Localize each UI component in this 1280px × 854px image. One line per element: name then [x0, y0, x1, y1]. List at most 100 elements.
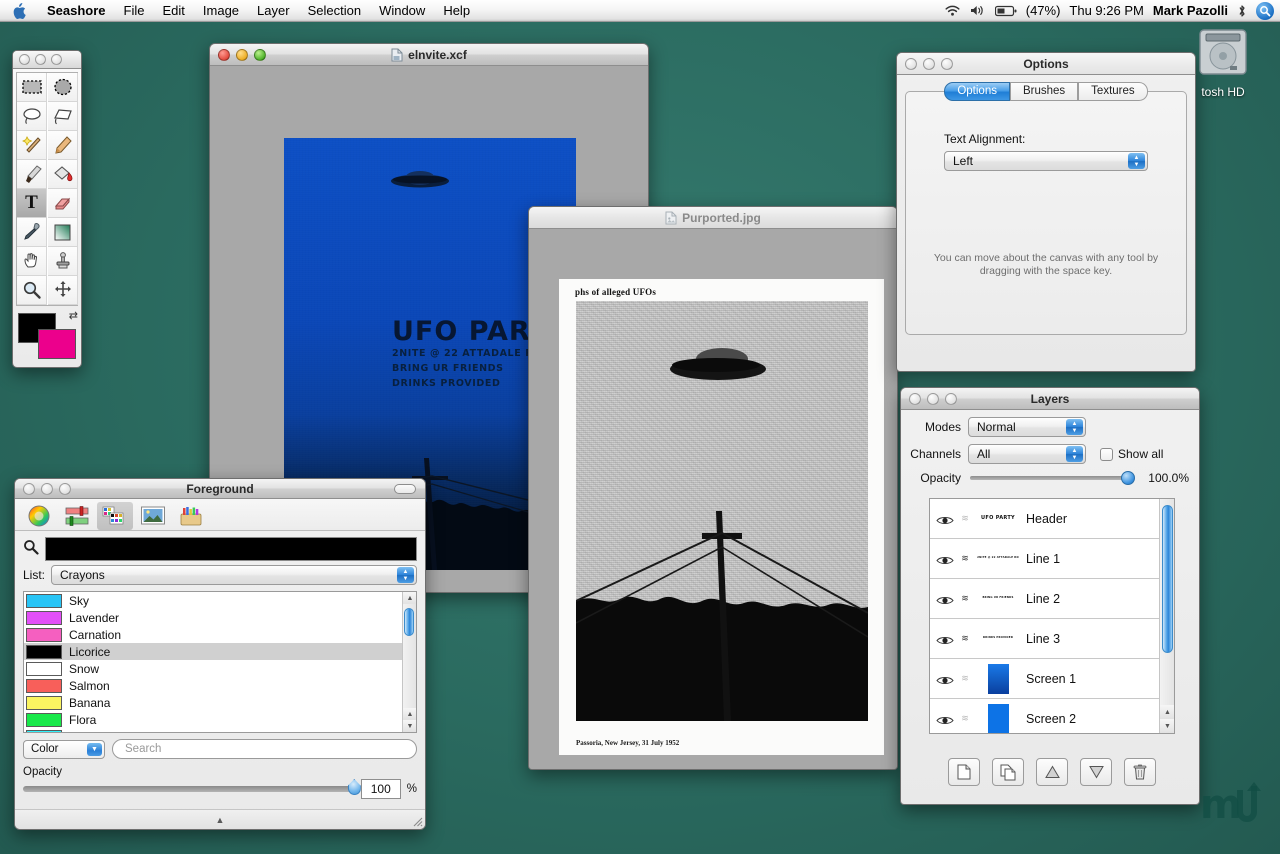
layer-link-icon[interactable]: ≋	[960, 713, 970, 724]
resize-grip-icon[interactable]	[411, 815, 423, 827]
toolbox-palette[interactable]: T ⇄	[12, 50, 82, 368]
bluetooth-icon[interactable]	[1237, 4, 1247, 18]
crayon-items[interactable]: Sky Lavender Carnation Licorice Snow Sal…	[24, 592, 402, 732]
eyedropper-tool[interactable]	[17, 218, 47, 247]
menu-app-name[interactable]: Seashore	[38, 0, 115, 22]
minimize-icon[interactable]	[923, 58, 935, 70]
toolbar-toggle-button[interactable]	[394, 484, 416, 494]
show-all-checkbox[interactable]	[1100, 448, 1113, 461]
zoom-icon[interactable]	[945, 393, 957, 405]
list-item[interactable]: Salmon	[24, 677, 402, 694]
layer-visibility-icon[interactable]	[936, 713, 954, 725]
spotlight-search-icon[interactable]	[1256, 2, 1274, 20]
panel-resize-footer[interactable]: ▲	[15, 809, 425, 829]
color-mode-select[interactable]: Color ▼	[23, 740, 105, 759]
apple-menu-icon[interactable]	[12, 3, 26, 19]
table-row[interactable]: ≋ 2NITE @ 22 ATTADALE RD Line 1	[930, 539, 1159, 579]
user-menu-label[interactable]: Mark Pazolli	[1153, 3, 1228, 18]
zoom-icon[interactable]	[51, 54, 62, 65]
color-swatches[interactable]: ⇄	[16, 311, 78, 361]
layer-list-scrollbar[interactable]: ▲ ▼	[1159, 499, 1174, 733]
layer-visibility-icon[interactable]	[936, 553, 954, 565]
table-row[interactable]: ≋ BRING UR FRIENDS Line 2	[930, 579, 1159, 619]
menu-edit[interactable]: Edit	[154, 0, 194, 22]
minimize-icon[interactable]	[236, 49, 248, 61]
search-input[interactable]: Search	[112, 739, 417, 759]
list-item[interactable]: Lavender	[24, 609, 402, 626]
menu-selection[interactable]: Selection	[299, 0, 370, 22]
wifi-icon[interactable]	[944, 4, 961, 17]
crayon-color-list[interactable]: Sky Lavender Carnation Licorice Snow Sal…	[23, 591, 417, 733]
battery-icon[interactable]	[995, 5, 1017, 17]
modes-select[interactable]: Normal ▲▼	[968, 417, 1086, 437]
palette-list-select[interactable]: Crayons ▲▼	[51, 565, 417, 585]
scroll-up-arrow-icon[interactable]: ▲	[403, 708, 417, 720]
layer-list-items[interactable]: ≋ UFO PARTY Header ≋ 2NITE @ 22 ATTADALE…	[930, 499, 1159, 733]
move-layer-up-button[interactable]	[1036, 758, 1068, 786]
scroll-down-icon[interactable]: ▼	[403, 720, 417, 732]
ellipse-select-tool[interactable]	[48, 73, 78, 102]
window-controls[interactable]	[909, 393, 957, 405]
fg-opacity-slider-knob[interactable]	[348, 779, 361, 795]
opacity-slider-knob[interactable]	[1121, 471, 1135, 485]
scroll-up-icon[interactable]: ▲	[1160, 705, 1175, 719]
menu-layer[interactable]: Layer	[248, 0, 299, 22]
tab-textures[interactable]: Textures	[1078, 82, 1147, 101]
rect-select-tool[interactable]	[17, 73, 47, 102]
duplicate-layer-button[interactable]	[992, 758, 1024, 786]
menu-file[interactable]: File	[115, 0, 154, 22]
magic-wand-tool[interactable]	[17, 131, 47, 160]
scroll-down-icon[interactable]: ▼	[1160, 719, 1175, 733]
layer-link-icon[interactable]: ≋	[960, 553, 970, 564]
volume-icon[interactable]	[970, 4, 986, 17]
list-item[interactable]: Carnation	[24, 626, 402, 643]
layer-link-icon[interactable]: ≋	[960, 513, 970, 524]
crayons-tab[interactable]	[173, 502, 209, 530]
window-controls[interactable]	[218, 49, 266, 61]
table-row[interactable]: ≋ UFO PARTY Header	[930, 499, 1159, 539]
menu-window[interactable]: Window	[370, 0, 434, 22]
zoom-icon[interactable]	[941, 58, 953, 70]
list-item[interactable]: Sky	[24, 592, 402, 609]
lasso-tool[interactable]	[17, 102, 47, 131]
clone-stamp-tool[interactable]	[48, 247, 78, 276]
layer-link-icon[interactable]: ≋	[960, 593, 970, 604]
scrollbar-thumb[interactable]	[404, 608, 414, 636]
tab-options[interactable]: Options	[944, 82, 1010, 101]
layer-visibility-icon[interactable]	[936, 673, 954, 685]
scrollbar-thumb[interactable]	[1162, 505, 1173, 653]
fg-opacity-slider[interactable]	[23, 786, 355, 792]
chevron-updown-icon[interactable]: ▲▼	[1066, 419, 1083, 435]
chevron-updown-icon[interactable]: ▲▼	[1066, 446, 1083, 462]
color-sliders-tab[interactable]	[59, 502, 95, 530]
scroll-up-icon[interactable]: ▲	[403, 592, 417, 604]
layers-titlebar[interactable]: Layers	[901, 388, 1199, 410]
window-controls[interactable]	[19, 54, 62, 65]
document-window-purported[interactable]: Purported.jpg phs of alleged UFOs Passor…	[528, 206, 898, 770]
tool-grid[interactable]: T	[16, 72, 78, 306]
menu-help[interactable]: Help	[434, 0, 479, 22]
layer-list[interactable]: ≋ UFO PARTY Header ≋ 2NITE @ 22 ATTADALE…	[929, 498, 1175, 734]
color-palettes-tab[interactable]	[97, 502, 133, 530]
document-titlebar-elnvite[interactable]: elnvite.xcf	[210, 44, 648, 66]
move-layer-down-button[interactable]	[1080, 758, 1112, 786]
options-panel[interactable]: Options Options Brushes Textures Text Al…	[896, 52, 1196, 372]
close-icon[interactable]	[23, 483, 35, 495]
foreground-color-panel[interactable]: Foreground	[14, 478, 426, 830]
layer-visibility-icon[interactable]	[936, 633, 954, 645]
color-wheel-tab[interactable]	[21, 502, 57, 530]
pencil-tool[interactable]	[48, 131, 78, 160]
chevron-updown-icon[interactable]: ▲▼	[397, 567, 414, 583]
zoom-icon[interactable]	[59, 483, 71, 495]
list-item[interactable]: Snow	[24, 660, 402, 677]
hand-tool[interactable]	[17, 247, 47, 276]
channels-select[interactable]: All ▲▼	[968, 444, 1086, 464]
layer-link-icon[interactable]: ≋	[960, 633, 970, 644]
layers-panel[interactable]: Layers Modes Normal ▲▼ Channels All ▲▼ S…	[900, 387, 1200, 805]
chevron-updown-icon[interactable]: ▲▼	[1128, 153, 1145, 169]
background-color-swatch[interactable]	[38, 329, 76, 359]
search-icon[interactable]	[23, 539, 39, 560]
options-titlebar[interactable]: Options	[897, 53, 1195, 75]
table-row[interactable]: ≋ Screen 1	[930, 659, 1159, 699]
close-icon[interactable]	[905, 58, 917, 70]
